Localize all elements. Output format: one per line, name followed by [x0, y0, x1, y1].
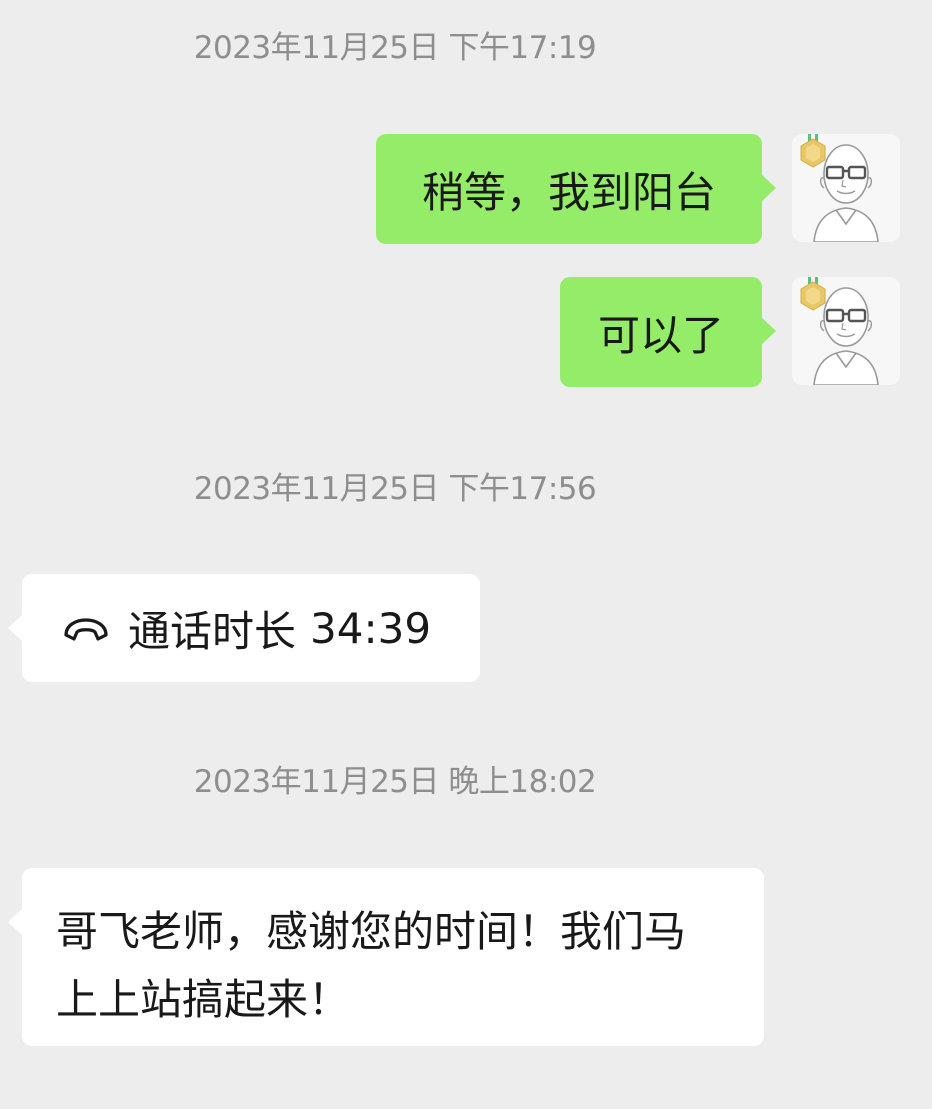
message-text-line: 上上站搞起来！ — [56, 975, 351, 1024]
phone-hangup-icon — [64, 618, 108, 641]
message-timestamp: 2023年11月25日 下午17:56 — [193, 471, 597, 507]
message-text: 可以了 — [597, 310, 724, 360]
message-text: 稍等，我到阳台 — [421, 167, 716, 217]
call-duration-label: 通话时长 — [128, 606, 297, 656]
message-text-line: 哥飞老师，感谢您的时间！我们马 — [56, 907, 687, 956]
avatar[interactable] — [792, 277, 900, 385]
avatar[interactable] — [792, 134, 900, 242]
received-message-bubble[interactable]: 哥飞老师，感谢您的时间！我们马 上上站搞起来！ — [8, 868, 764, 1046]
sent-message-bubble[interactable]: 可以了 — [560, 277, 776, 387]
sent-message-bubble[interactable]: 稍等，我到阳台 — [376, 134, 776, 244]
call-record-bubble[interactable]: 通话时长 34:39 — [8, 574, 480, 682]
gold-medal-badge-icon — [800, 277, 826, 311]
message-timestamp: 2023年11月25日 下午17:19 — [193, 30, 597, 66]
message-timestamp: 2023年11月25日 晚上18:02 — [193, 764, 597, 800]
gold-medal-badge-icon — [800, 134, 826, 168]
call-duration-value: 34:39 — [310, 603, 432, 653]
